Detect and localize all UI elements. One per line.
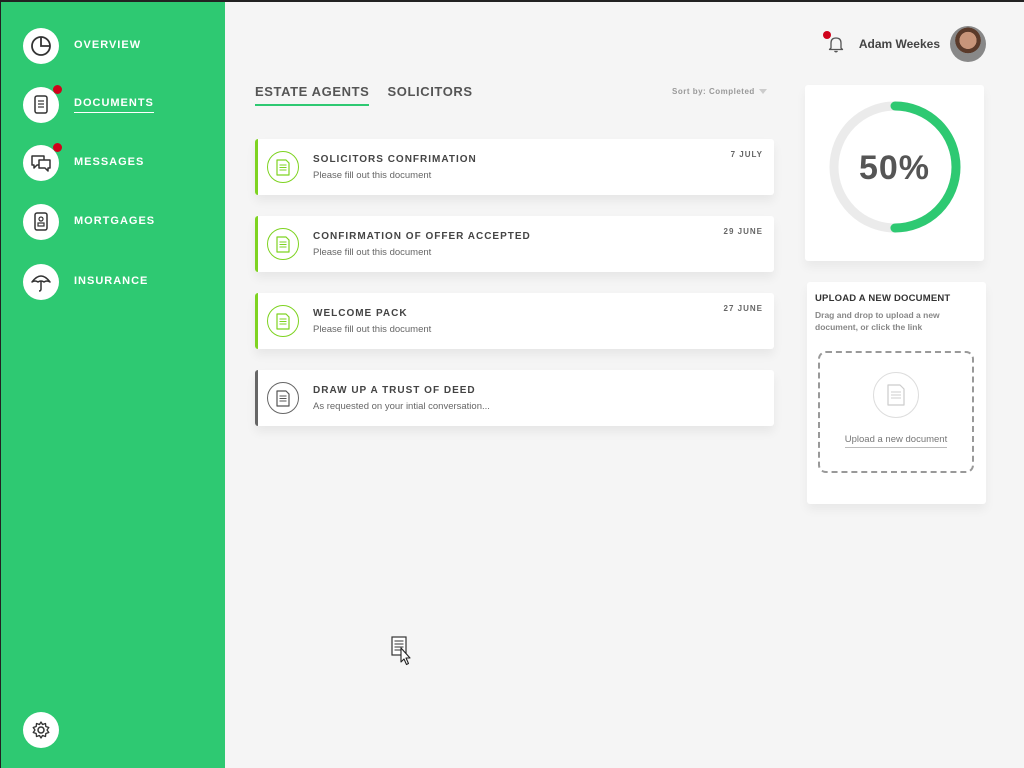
document-icon xyxy=(23,85,62,123)
sort-dropdown[interactable]: Sort by: Completed xyxy=(672,87,767,96)
sidebar: OVERVIEW DOCUMENTS MESSAGES MORTGAGES IN… xyxy=(0,0,225,768)
gear-icon xyxy=(32,721,50,739)
user-menu: Adam Weekes xyxy=(822,26,986,62)
document-subtitle: Please fill out this document xyxy=(313,170,432,181)
document-card[interactable]: SOLICITORS CONFRIMATION Please fill out … xyxy=(255,139,774,195)
document-title: CONFIRMATION OF OFFER ACCEPTED xyxy=(313,231,531,242)
status-bar xyxy=(255,216,258,272)
document-icon xyxy=(267,382,299,414)
sidebar-item-label: MESSAGES xyxy=(74,156,145,168)
tab-bar: ESTATE AGENTS SOLICITORS xyxy=(255,84,491,106)
upload-link[interactable]: Upload a new document xyxy=(844,434,948,448)
sidebar-item-documents[interactable]: DOCUMENTS xyxy=(23,85,154,124)
notification-dot xyxy=(822,31,831,39)
status-bar xyxy=(255,293,258,349)
upload-link-wrap: Upload a new document xyxy=(820,434,972,448)
chat-icon xyxy=(23,143,62,181)
document-date: 29 JUNE xyxy=(723,227,763,236)
sidebar-item-messages[interactable]: MESSAGES xyxy=(23,143,145,182)
upload-card: UPLOAD A NEW DOCUMENT Drag and drop to u… xyxy=(807,282,986,504)
settings-button[interactable] xyxy=(23,712,59,748)
progress-card: 50% xyxy=(805,85,984,261)
tab-estate-agents[interactable]: ESTATE AGENTS xyxy=(255,84,370,106)
drag-document-cursor-icon xyxy=(391,636,415,671)
document-card[interactable]: WELCOME PACK Please fill out this docume… xyxy=(255,293,774,349)
document-card[interactable]: DRAW UP A TRUST OF DEED As requested on … xyxy=(255,370,774,426)
document-subtitle: Please fill out this document xyxy=(313,324,432,335)
caret-down-icon xyxy=(758,89,767,94)
main-content: Adam Weekes ESTATE AGENTS SOLICITORS Sor… xyxy=(225,0,1024,768)
notifications-button[interactable] xyxy=(822,31,845,53)
status-bar xyxy=(255,370,258,426)
document-date: 27 JUNE xyxy=(723,304,763,313)
notification-dot xyxy=(53,143,62,152)
sidebar-item-label: MORTGAGES xyxy=(74,215,156,227)
pie-chart-icon xyxy=(23,28,59,64)
upload-title: UPLOAD A NEW DOCUMENT xyxy=(815,293,951,304)
sidebar-item-mortgages[interactable]: MORTGAGES xyxy=(23,203,155,241)
upload-dropzone[interactable]: Upload a new document xyxy=(818,351,974,473)
document-icon xyxy=(267,151,299,183)
avatar[interactable] xyxy=(950,26,986,62)
document-upload-icon xyxy=(873,372,919,418)
document-icon xyxy=(267,228,299,260)
sidebar-item-label: OVERVIEW xyxy=(74,39,142,51)
sort-label: Sort by: Completed xyxy=(672,87,755,96)
document-date: 7 JULY xyxy=(730,150,763,159)
document-card[interactable]: CONFIRMATION OF OFFER ACCEPTED Please fi… xyxy=(255,216,774,272)
document-title: WELCOME PACK xyxy=(313,308,408,319)
document-subtitle: As requested on your intial conversation… xyxy=(313,401,490,412)
sidebar-item-insurance[interactable]: INSURANCE xyxy=(23,263,148,301)
user-name: Adam Weekes xyxy=(858,37,940,51)
document-title: DRAW UP A TRUST OF DEED xyxy=(313,385,476,396)
progress-percentage: 50% xyxy=(858,149,931,187)
sidebar-item-overview[interactable]: OVERVIEW xyxy=(23,27,141,65)
sidebar-item-label: INSURANCE xyxy=(74,275,149,287)
status-bar xyxy=(255,139,258,195)
sidebar-item-label: DOCUMENTS xyxy=(74,97,154,113)
document-subtitle: Please fill out this document xyxy=(313,247,432,258)
tab-solicitors[interactable]: SOLICITORS xyxy=(387,84,472,106)
document-title: SOLICITORS CONFRIMATION xyxy=(313,154,477,165)
upload-description: Drag and drop to upload a new document, … xyxy=(815,310,940,332)
notification-dot xyxy=(53,85,62,94)
umbrella-icon xyxy=(23,264,59,300)
document-icon xyxy=(267,305,299,337)
id-card-icon xyxy=(23,204,59,240)
